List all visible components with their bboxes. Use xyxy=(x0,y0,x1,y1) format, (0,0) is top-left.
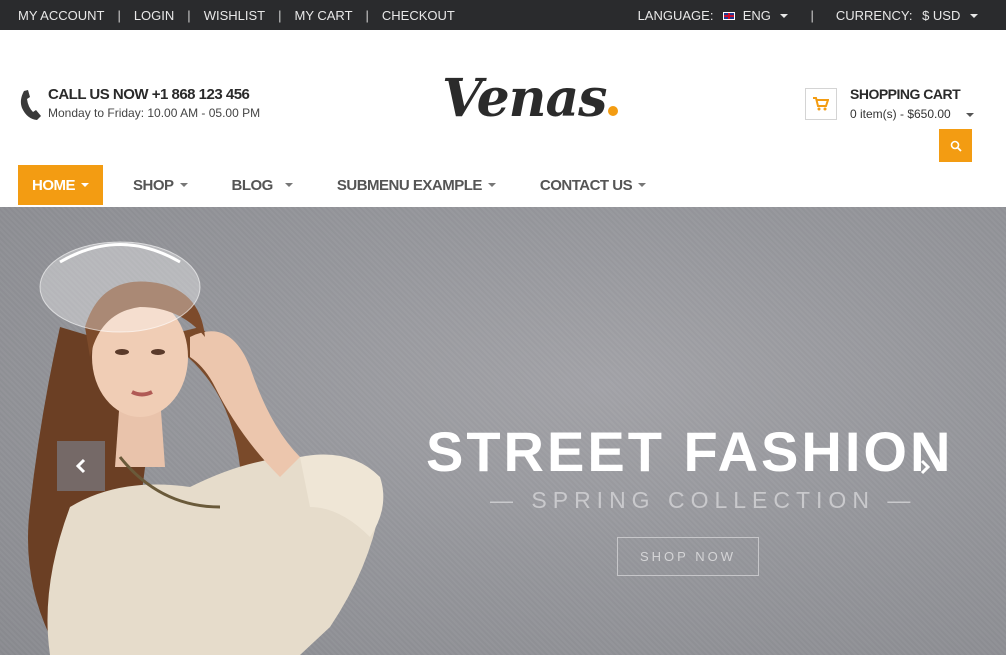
locale-settings: LANGUAGE: ENG | CURRENCY: $ USD xyxy=(638,0,978,30)
chevron-down-icon xyxy=(81,183,89,187)
my-cart-link[interactable]: MY CART xyxy=(294,8,352,23)
currency-value: $ USD xyxy=(922,7,961,23)
nav-item-submenu-example[interactable]: SUBMENU EXAMPLE xyxy=(323,165,510,205)
top-bar: MY ACCOUNT | LOGIN | WISHLIST | MY CART … xyxy=(0,0,1006,30)
chevron-left-icon xyxy=(75,458,86,474)
nav-item-label: HOME xyxy=(32,176,76,194)
nav-item-label: SUBMENU EXAMPLE xyxy=(336,176,483,194)
divider: | xyxy=(278,7,282,23)
cart-icon-button[interactable] xyxy=(805,88,837,120)
divider: | xyxy=(810,7,814,23)
site-logo[interactable]: Venas xyxy=(442,68,619,129)
chevron-down-icon xyxy=(966,112,975,117)
chevron-down-icon xyxy=(487,183,496,187)
divider: | xyxy=(187,7,191,23)
divider: | xyxy=(365,7,369,23)
currency-label: CURRENCY: xyxy=(835,7,913,23)
model-photo xyxy=(28,241,384,655)
site-header: CALL US NOW +1 868 123 456 Monday to Fri… xyxy=(0,30,1006,207)
chevron-down-icon xyxy=(780,14,789,19)
chevron-right-icon xyxy=(920,459,931,475)
logo-text: Venas xyxy=(442,68,607,129)
slider-next-button[interactable] xyxy=(910,447,940,487)
my-account-link[interactable]: MY ACCOUNT xyxy=(18,8,104,23)
nav-item-label: CONTACT US xyxy=(539,176,633,194)
phone-icon xyxy=(20,90,41,120)
call-info: CALL US NOW +1 868 123 456 Monday to Fri… xyxy=(18,86,260,122)
nav-item-contact-us[interactable]: CONTACT US xyxy=(526,165,660,205)
slider-prev-button[interactable] xyxy=(57,441,105,491)
chevron-down-icon xyxy=(284,183,293,187)
shop-now-button[interactable]: SHOP NOW xyxy=(617,537,759,576)
search-icon xyxy=(950,140,962,152)
language-dropdown[interactable]: LANGUAGE: ENG xyxy=(638,8,789,23)
uk-flag-icon xyxy=(723,11,736,20)
logo-dot xyxy=(608,106,619,116)
call-title: CALL US NOW +1 868 123 456 xyxy=(48,86,250,103)
currency-dropdown[interactable]: CURRENCY: $ USD xyxy=(836,8,978,23)
cart-title[interactable]: SHOPPING CART xyxy=(850,86,961,102)
call-hours: Monday to Friday: 10.00 AM - 05.00 PM xyxy=(48,106,261,120)
wishlist-link[interactable]: WISHLIST xyxy=(204,8,265,23)
language-value: ENG xyxy=(742,7,771,23)
nav-item-shop[interactable]: SHOP xyxy=(119,165,202,205)
nav-item-label: BLOG xyxy=(231,176,274,194)
language-label: LANGUAGE: xyxy=(637,7,714,23)
search-button[interactable] xyxy=(939,129,972,162)
cart-summary: 0 item(s) - $650.00 xyxy=(850,107,951,121)
hero-subline: — SPRING COLLECTION — xyxy=(490,487,917,513)
login-link[interactable]: LOGIN xyxy=(134,8,174,23)
checkout-link[interactable]: CHECKOUT xyxy=(382,8,455,23)
cart-icon xyxy=(813,97,829,111)
nav-item-blog[interactable]: BLOG xyxy=(218,165,307,205)
cart-summary-dropdown[interactable]: 0 item(s) - $650.00 xyxy=(850,107,975,121)
chevron-down-icon xyxy=(638,183,647,187)
nav-item-home[interactable]: HOME xyxy=(18,165,103,205)
divider: | xyxy=(117,7,121,23)
hero-headline: STREET FASHION xyxy=(426,420,954,483)
hero-slider: STREET FASHION — SPRING COLLECTION — SHO… xyxy=(0,207,1006,655)
main-navigation: HOME SHOP BLOG SUBMENU EXAMPLE CONTACT U… xyxy=(18,165,676,205)
nav-item-label: SHOP xyxy=(133,176,174,194)
chevron-down-icon xyxy=(179,183,188,187)
chevron-down-icon xyxy=(970,14,978,19)
account-links: MY ACCOUNT | LOGIN | WISHLIST | MY CART … xyxy=(18,0,455,30)
